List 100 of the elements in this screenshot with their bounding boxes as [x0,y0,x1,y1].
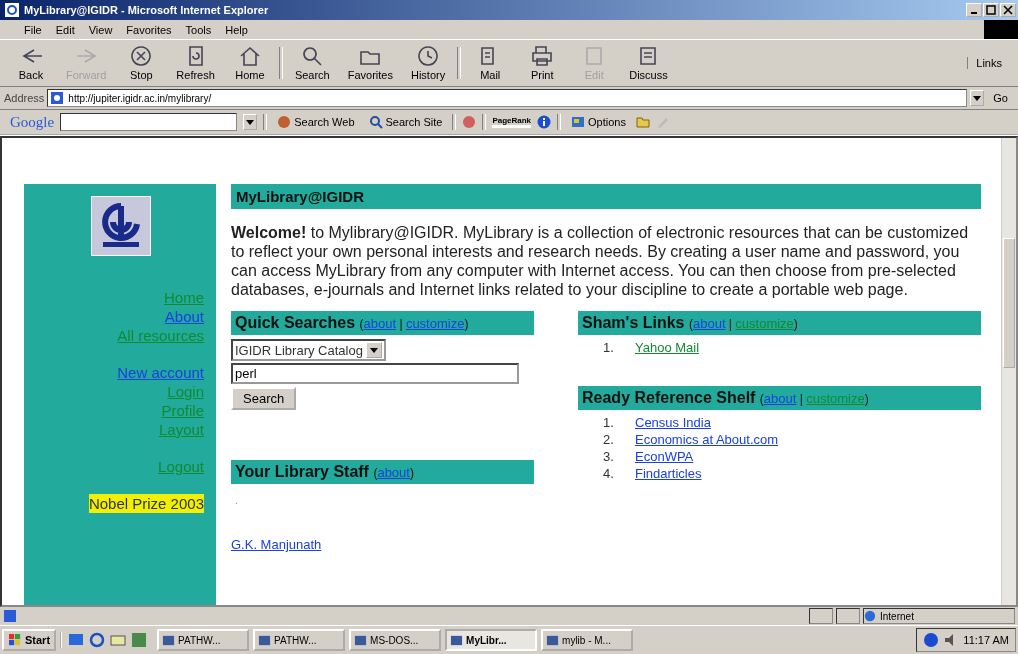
options-button[interactable]: Options [567,115,630,129]
menu-item[interactable]: View [88,23,113,36]
grid-icon[interactable] [131,632,148,648]
bracket: ( [373,466,378,480]
search-icon [301,45,324,67]
section-title: Quick Searches [235,314,356,331]
clock: 11:17 AM [963,634,1009,646]
toolbar-button[interactable]: Mail [467,45,514,81]
bracket: ( [359,317,364,331]
list-number: 1. [603,414,613,431]
nobel-prize-link[interactable]: Nobel Prize 2003 [88,494,204,513]
google-logo[interactable]: Google [10,113,55,131]
minimize-icon [971,12,977,14]
toolbar-button[interactable]: History [405,45,452,81]
window-icon [450,633,464,647]
maximize-icon [986,5,996,15]
page-icon [3,609,17,623]
window-icon [546,633,560,647]
resource-link[interactable]: Economics at About.com [635,431,779,448]
taskbar-button[interactable]: PATHW... [253,629,346,651]
separator: | [728,317,732,331]
browser-icon[interactable] [89,632,106,648]
toolbar-button[interactable]: Refresh [170,45,221,81]
list-number: 4. [603,465,613,482]
menu-item[interactable]: Favorites [126,23,172,36]
caret-icon [973,95,982,101]
search-site-button[interactable]: Search Site [364,115,447,129]
dropdown-button[interactable] [970,90,985,106]
search-web-button[interactable]: Search Web [273,115,359,129]
folder-icon[interactable] [636,115,650,129]
search-icon [368,115,383,129]
separator: | [799,392,803,406]
go-button[interactable]: Go [987,92,1014,104]
mail-icon[interactable] [110,632,127,648]
vertical-scrollbar[interactable] [1001,138,1016,605]
list-number: 1. [603,339,613,356]
menu-item[interactable]: File [24,23,42,36]
stop-icon [130,45,153,67]
toolbar-button[interactable]: Search [288,45,336,81]
links-label[interactable]: Links [967,57,1010,69]
institute-logo [91,196,151,256]
menu-item[interactable]: Edit [55,23,75,36]
window-icon [571,115,586,129]
menu-item[interactable]: Tools [185,23,212,36]
toolbar-button[interactable]: Print [519,45,566,81]
window-icon [354,633,368,647]
close-icon [1003,5,1013,15]
resource-link[interactable]: Yahoo Mail [635,339,700,356]
desktop-icon[interactable] [68,632,85,648]
taskbar-button[interactable]: MS-DOS... [349,629,442,651]
start-button[interactable]: Start [2,629,57,651]
toolbar-button[interactable]: Favorites [341,45,399,81]
printer-icon [531,45,554,67]
section-title: Sham's Links [582,314,685,331]
browser-icon [4,2,20,18]
google-search-field[interactable] [60,113,238,131]
history-icon [417,45,440,67]
staff-link[interactable]: G.K. Manjunath [231,536,322,553]
address-field[interactable]: http://jupiter.igidr.ac.in/mylibrary/ [47,89,968,107]
toolbar-button[interactable]: Home [226,45,273,81]
dropdown-button[interactable] [243,114,258,130]
close-button[interactable] [1000,3,1016,17]
caret-icon [369,347,378,353]
staff-note: . [235,494,239,506]
bracket: ( [759,392,764,406]
section-title: Your Library Staff [235,463,369,480]
list-number: 3. [603,448,613,465]
bracket: ) [864,392,869,406]
bracket: ( [688,317,693,331]
resource-link[interactable]: Findarticles [635,465,702,482]
toolbar-button[interactable]: Discuss [623,45,674,81]
taskbar-button[interactable]: mylib - M... [541,629,634,651]
page-heading: MyLibrary@IGIDR [231,184,981,209]
list-number: 2. [603,431,613,448]
maximize-button[interactable] [983,3,999,17]
page-icon [50,91,65,105]
resource-link[interactable]: EconWPA [635,448,694,465]
search-input[interactable]: perl [231,363,519,384]
catalog-select[interactable]: IGIDR Library Catalog [231,339,386,361]
home-icon [238,45,261,67]
bracket: ) [793,317,798,331]
caret-icon [246,119,255,125]
info-icon[interactable] [537,115,552,129]
security-zone: Internet [863,608,1015,624]
resource-link[interactable]: Census India [635,414,711,431]
address-label: Address [4,92,45,104]
window-icon [162,633,176,647]
section-title: Ready Reference Shelf [582,389,756,406]
toolbar-button[interactable]: Back [8,45,54,81]
menu-item[interactable]: Help [225,23,248,36]
pagerank-meter: PageRank [492,116,532,128]
separator: | [399,317,403,331]
minimize-button[interactable] [966,3,982,17]
toolbar-button[interactable]: Stop [118,45,165,81]
taskbar-button[interactable]: PATHW... [157,629,250,651]
bracket: ) [464,317,469,331]
search-button[interactable]: Search [231,387,297,410]
welcome-paragraph: Welcome! to Mylibrary@IGIDR. MyLibrary is a collection of electronic resources that can be customized to reflect your own personal interests and research needs. By creating a user name and password, you can access MyLibrary from any computer with Internet access. You can then choose from pre-selected databases, e-journals and Internet links related to your discipline to create a portable web page. [231,223,970,299]
window-icon [258,633,272,647]
taskbar-button[interactable]: MyLibr... [445,629,538,651]
